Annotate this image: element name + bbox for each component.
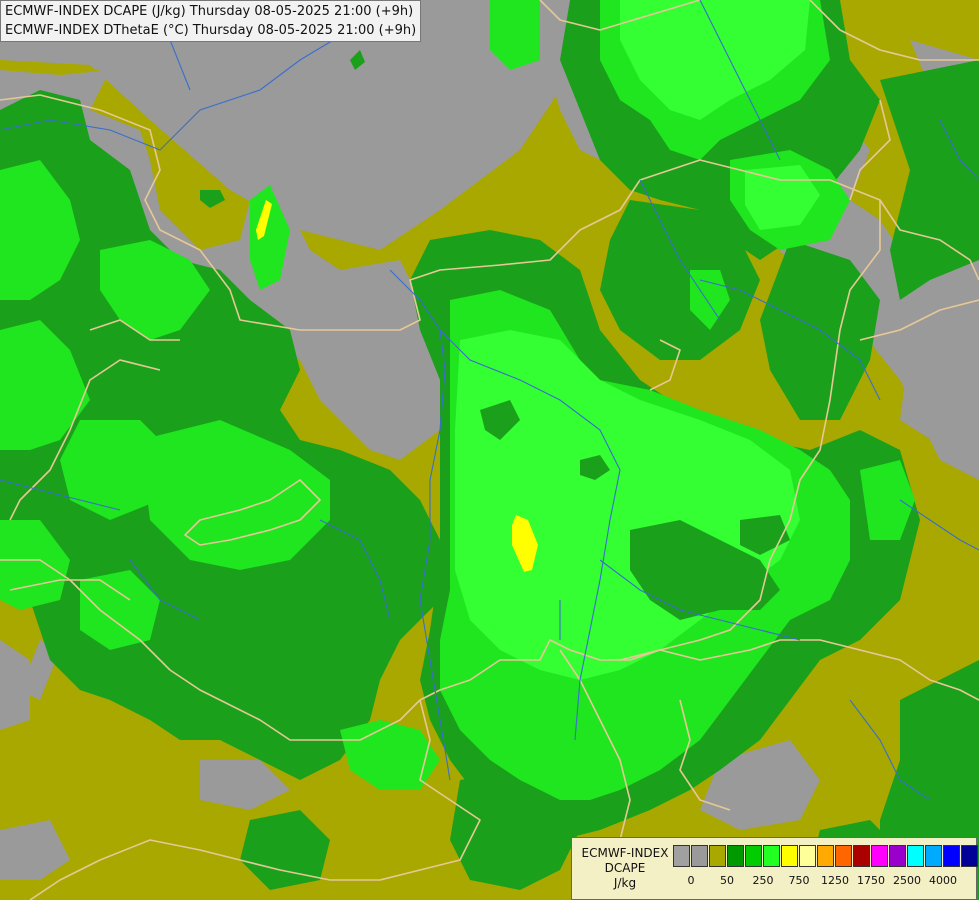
- legend-tick-label: 1250: [821, 874, 849, 887]
- legend-label: ECMWF-INDEX DCAPE J/kg: [576, 846, 674, 891]
- legend-tick-label: 750: [788, 874, 810, 887]
- map-title-box: ECMWF-INDEX DCAPE (J/kg) Thursday 08-05-…: [0, 0, 422, 42]
- legend-swatch: [727, 845, 744, 867]
- legend-swatch: [817, 845, 834, 867]
- legend-swatch: [799, 845, 816, 867]
- legend-swatch: [673, 845, 690, 867]
- legend-swatch: [745, 845, 762, 867]
- legend-unit: J/kg: [613, 876, 637, 890]
- legend-swatch: [925, 845, 942, 867]
- legend-swatch: [853, 845, 870, 867]
- legend-swatch: [889, 845, 906, 867]
- legend-swatches: [673, 845, 979, 867]
- legend-swatch: [943, 845, 960, 867]
- legend-swatch: [907, 845, 924, 867]
- legend-tick-label: 4000: [929, 874, 957, 887]
- legend-variable: DCAPE: [604, 861, 646, 875]
- legend-name: ECMWF-INDEX: [581, 846, 669, 860]
- legend-tick-label: 2500: [893, 874, 921, 887]
- legend-tick-label: 50: [720, 874, 734, 887]
- legend-swatch: [835, 845, 852, 867]
- legend-ticks: 0 50 250 750 1250 1750 2500 4000: [673, 874, 973, 890]
- map-title-dcape: ECMWF-INDEX DCAPE (J/kg) Thursday 08-05-…: [5, 4, 414, 19]
- legend-tick-label: 0: [687, 874, 695, 887]
- legend-swatch: [871, 845, 888, 867]
- legend-swatch: [961, 845, 978, 867]
- legend-swatch: [763, 845, 780, 867]
- map-title-dthetae: ECMWF-INDEX DThetaE (°C) Thursday 08-05-…: [5, 23, 417, 38]
- legend-swatch: [709, 845, 726, 867]
- dcape-map: [0, 0, 979, 900]
- legend-tick-label: 1750: [857, 874, 885, 887]
- legend-swatch: [781, 845, 798, 867]
- color-legend: ECMWF-INDEX DCAPE J/kg 0 50 250 750 1250 1750…: [571, 837, 979, 900]
- legend-tick-label: 250: [752, 874, 774, 887]
- legend-swatch: [691, 845, 708, 867]
